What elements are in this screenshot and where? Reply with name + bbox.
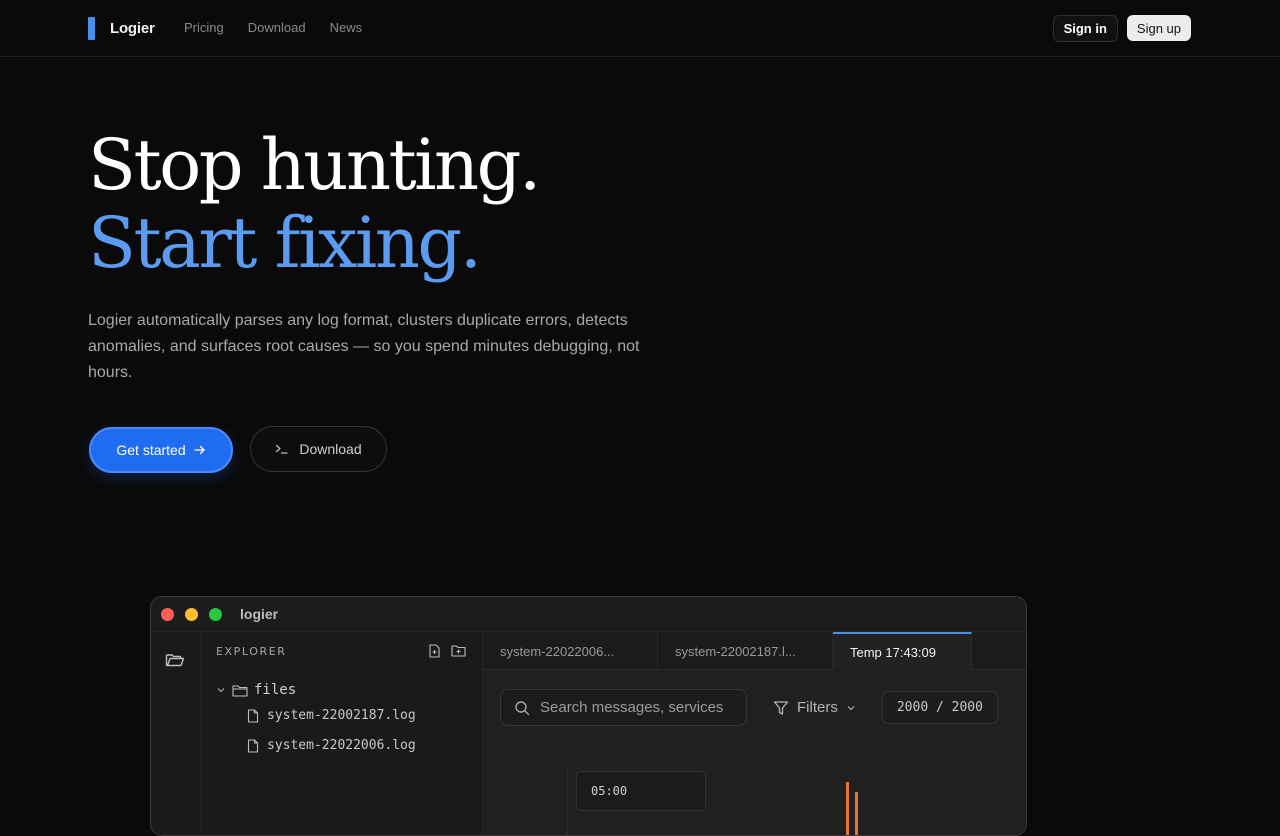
folder-open-icon[interactable] (165, 652, 185, 668)
chevron-down-icon (847, 705, 855, 710)
download-label: Download (299, 441, 362, 457)
window-minimize-dot[interactable] (185, 607, 198, 621)
window-title: logier (240, 606, 279, 622)
explorer-heading: EXPLORER (216, 645, 287, 658)
log-toolbar: Search messages, services Filters 2000 /… (500, 689, 998, 726)
tree-file-label: system-22022006.log (267, 738, 416, 753)
tree-file-label: system-22002187.log (267, 708, 416, 723)
search-placeholder: Search messages, services (540, 699, 724, 716)
tree-file-item[interactable]: system-22022006.log (247, 738, 416, 753)
hero-description: Logier automatically parses any log form… (88, 312, 640, 381)
nav-link-news[interactable]: News (330, 20, 363, 35)
sign-in-button[interactable]: Sign in (1052, 15, 1118, 42)
auth-buttons: Sign in Sign up (1052, 15, 1191, 42)
filter-icon (773, 700, 789, 715)
window-close-dot[interactable] (161, 607, 174, 621)
tree-folder-files[interactable]: files (216, 682, 296, 698)
brand-name: Logier (110, 20, 155, 37)
get-started-label: Get started (116, 442, 186, 458)
file-icon (247, 738, 259, 753)
download-button[interactable]: Download (250, 426, 387, 472)
log-count-badge: 2000 / 2000 (881, 691, 998, 724)
filters-dropdown[interactable]: Filters (773, 699, 856, 716)
tree-folder-label: files (254, 682, 297, 698)
get-started-button[interactable]: Get started (89, 427, 233, 473)
filters-label: Filters (797, 699, 838, 716)
main-nav: Pricing Download News (184, 20, 386, 35)
hero-title-line-1: Stop hunting. (88, 124, 541, 206)
window-maximize-dot[interactable] (209, 607, 222, 621)
file-explorer-panel: EXPLORER files system-22002187.log syste… (202, 632, 483, 835)
editor-area: system-22022006... system-22002187.l... … (483, 632, 1026, 835)
brand-logo[interactable]: Logier (88, 17, 155, 40)
terminal-icon (276, 444, 289, 454)
timeline-bar (846, 782, 849, 835)
sign-up-button[interactable]: Sign up (1126, 15, 1191, 41)
app-preview-window: logier EXPLORER files system-22002187.lo… (150, 596, 1027, 836)
activity-bar (151, 632, 202, 835)
nav-link-pricing[interactable]: Pricing (184, 20, 224, 35)
hero-title-line-2: Start fixing. (88, 202, 482, 284)
arrow-right-icon (193, 445, 205, 455)
editor-tab[interactable]: system-22022006... (483, 632, 658, 670)
editor-tab[interactable]: system-22002187.l... (658, 632, 833, 670)
window-titlebar: logier (151, 597, 1026, 632)
tree-file-item[interactable]: system-22002187.log (247, 708, 416, 723)
explorer-actions (428, 644, 466, 658)
search-icon (515, 700, 530, 715)
timeline-divider (567, 767, 568, 835)
top-navigation-bar: Logier Pricing Download News Sign in Sig… (0, 0, 1280, 57)
editor-tab-active[interactable]: Temp 17:43:09 (833, 632, 972, 670)
new-file-icon[interactable] (428, 644, 441, 658)
nav-link-download[interactable]: Download (248, 20, 306, 35)
timeline-bar (855, 792, 858, 835)
logo-mark-icon (88, 17, 95, 40)
hero-title: Stop hunting. Start fixing. (88, 124, 541, 284)
file-icon (247, 708, 259, 723)
folder-icon (232, 684, 248, 697)
editor-tab-bar: system-22022006... system-22002187.l... … (483, 632, 1026, 670)
search-input[interactable]: Search messages, services (500, 689, 747, 726)
timeline-time-label: 05:00 (576, 771, 706, 811)
new-folder-icon[interactable] (451, 644, 466, 657)
chevron-down-icon (217, 688, 225, 693)
